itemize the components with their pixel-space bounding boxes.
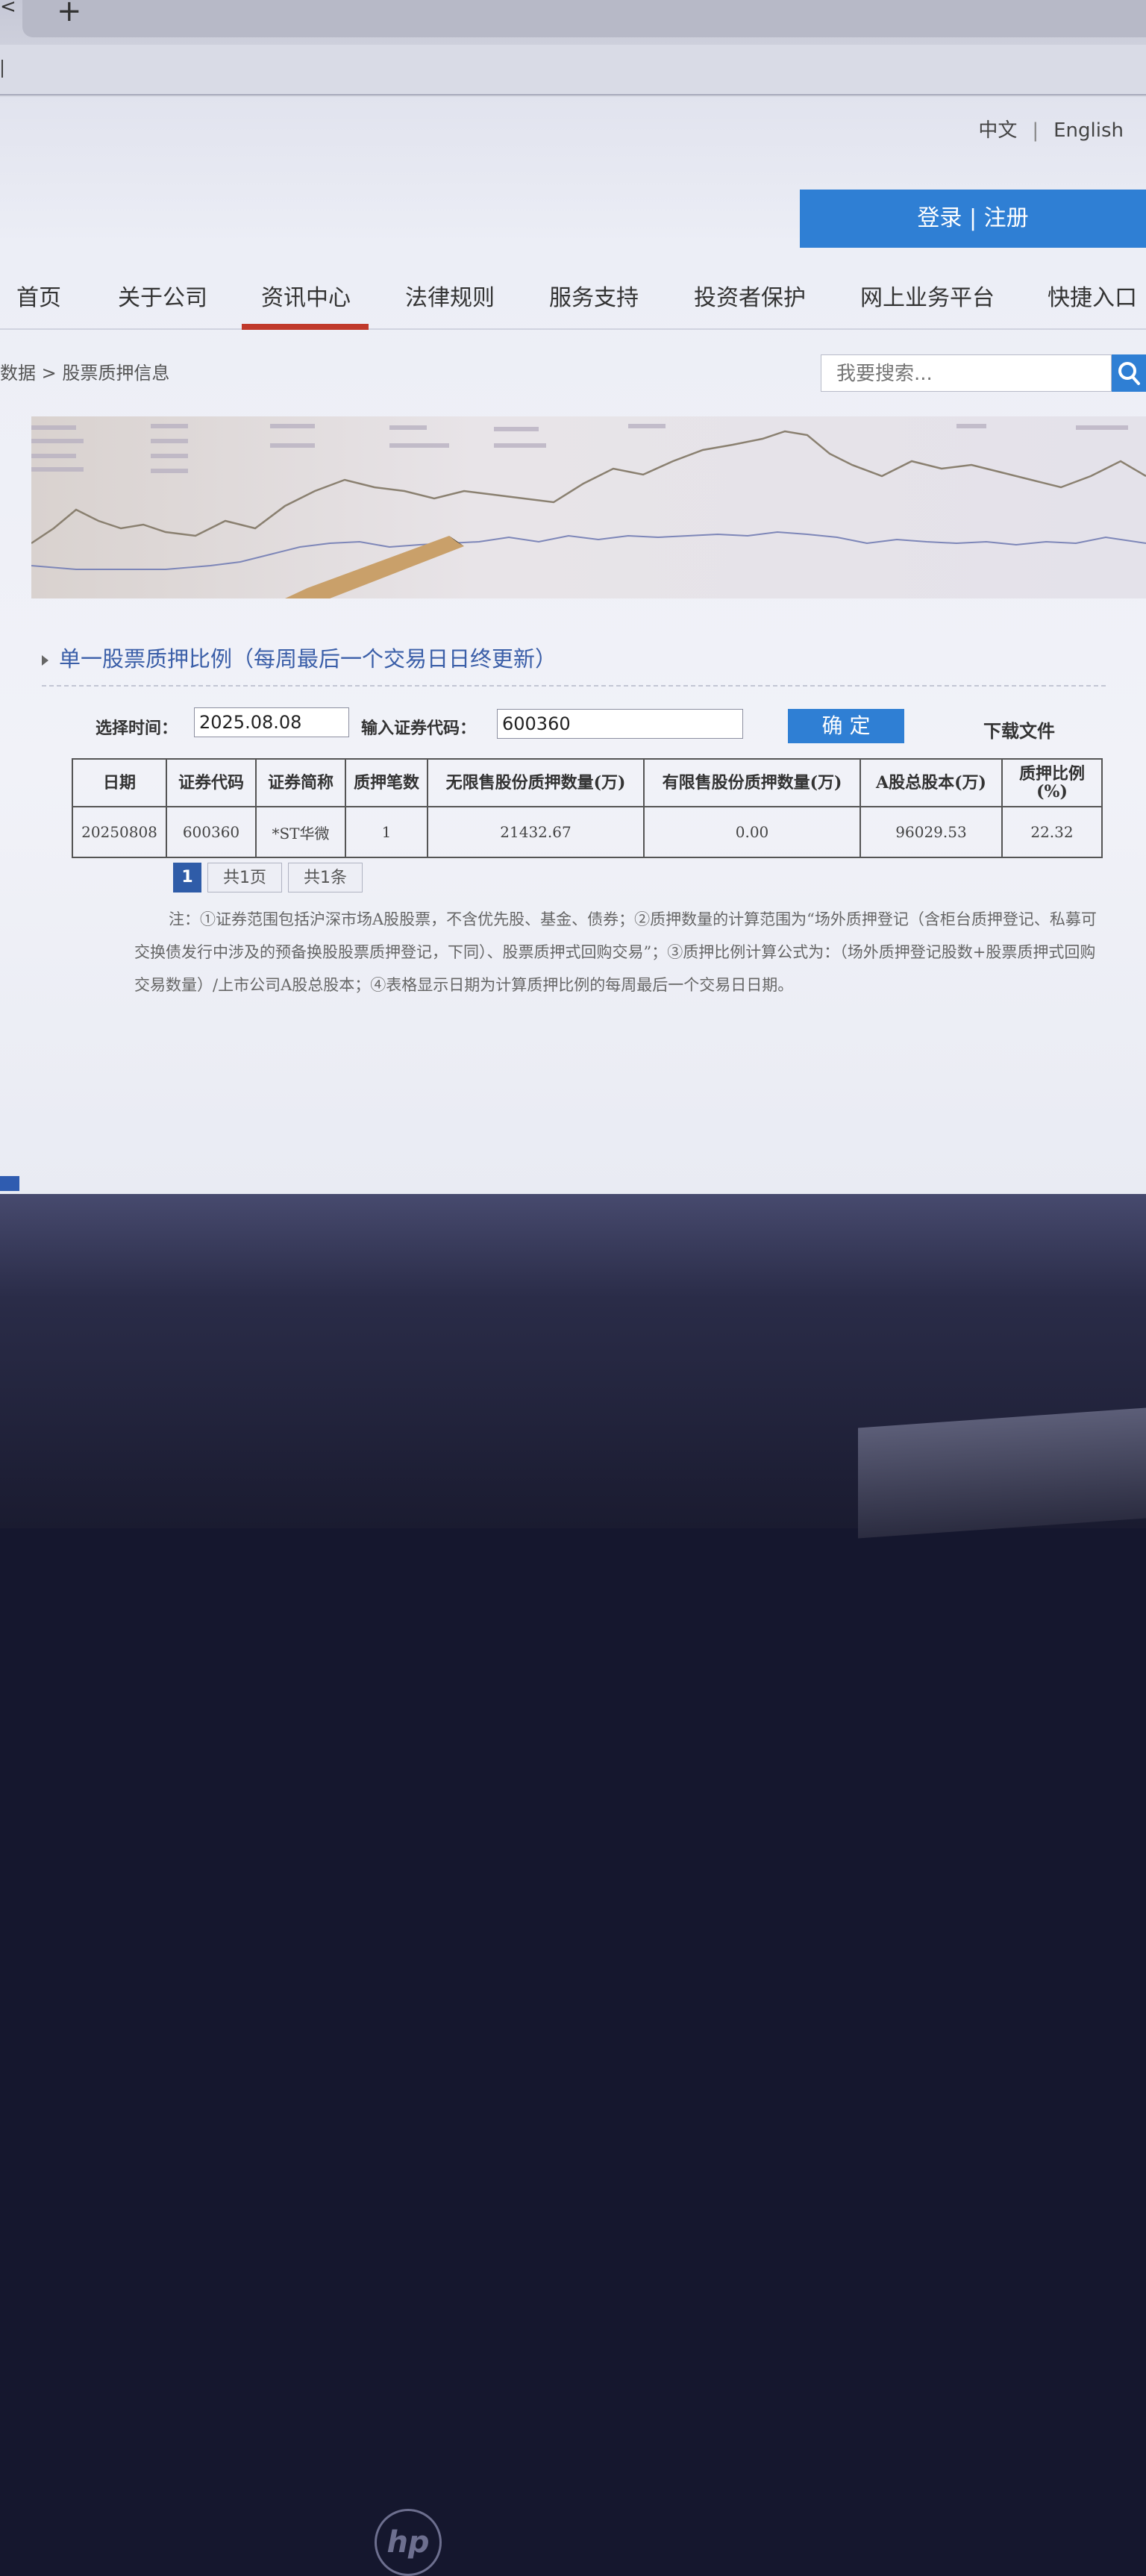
table-row: 20250808 600360 *ST华微 1 21432.67 0.00 96…: [72, 806, 1103, 858]
search-box: [821, 354, 1112, 393]
banner-image: [31, 424, 1146, 598]
nav-news-center[interactable]: 资讯中心: [261, 279, 351, 312]
nav-rules[interactable]: 法律规则: [405, 279, 495, 312]
hp-logo: hp: [375, 2509, 442, 2576]
cell-pledge-ratio: 22.32: [1001, 806, 1103, 858]
search-icon: [1118, 362, 1140, 385]
main-nav: 首页 关于公司 资讯中心 法律规则 服务支持 投资者保护 网上业务平台 快捷入口: [0, 254, 1146, 330]
nav-about[interactable]: 关于公司: [118, 279, 207, 312]
date-input[interactable]: [194, 707, 349, 737]
col-pledge-ratio: 质押比例(%): [1001, 758, 1103, 807]
section-title: 单一股票质押比例（每周最后一个交易日日终更新）: [42, 642, 557, 673]
footnote: 注：①证券范围包括沪深市场A股股票，不含优先股、基金、债券；②质押数量的计算范围…: [134, 910, 1097, 994]
col-pledge-count: 质押笔数: [345, 758, 428, 807]
time-label: 选择时间：: [96, 719, 178, 738]
stock-code-input[interactable]: [497, 709, 743, 739]
col-restricted-qty: 有限售股份质押数量(万): [643, 758, 861, 807]
page-current[interactable]: 1: [173, 863, 201, 892]
nav-home[interactable]: 首页: [16, 279, 61, 312]
login-register-button[interactable]: 登录 | 注册: [800, 190, 1146, 248]
page-bottom-marker: [0, 1176, 19, 1191]
table-header-row: 日期 证券代码 证券简称 质押笔数 无限售股份质押数量(万) 有限售股份质押数量…: [72, 758, 1103, 807]
new-tab-button[interactable]: +: [57, 0, 82, 28]
nav-investor-protection[interactable]: 投资者保护: [694, 279, 806, 312]
col-unrestricted-qty: 无限售股份质押数量(万): [427, 758, 645, 807]
lang-zh-link[interactable]: 中文: [978, 119, 1017, 142]
cell-restricted-qty: 0.00: [643, 806, 861, 858]
cell-total-shares: 96029.53: [860, 806, 1003, 858]
col-name: 证券简称: [255, 758, 346, 807]
tab-strip: +: [22, 0, 1146, 37]
nav-quick-entry[interactable]: 快捷入口: [1048, 279, 1137, 312]
language-switch: 中文 | English: [978, 115, 1124, 143]
cell-code: 600360: [166, 806, 257, 858]
cell-unrestricted-qty: 21432.67: [427, 806, 645, 858]
back-arrow-icon[interactable]: <: [0, 0, 16, 18]
address-bar[interactable]: [0, 45, 1146, 96]
record-total: 共1条: [288, 863, 363, 892]
cell-name: *ST华微: [255, 806, 346, 858]
lang-separator: |: [1032, 119, 1039, 142]
col-total-shares: A股总股本(万): [860, 758, 1003, 807]
lang-en-link[interactable]: English: [1053, 119, 1124, 142]
col-date: 日期: [72, 758, 167, 807]
code-label: 输入证券代码：: [361, 719, 477, 738]
col-code: 证券代码: [166, 758, 257, 807]
confirm-button[interactable]: 确 定: [788, 709, 904, 743]
web-page: 中文 | English 登录 | 注册 首页 关于公司 资讯中心 法律规则 服务支…: [0, 97, 1146, 1194]
search-button[interactable]: [1112, 354, 1146, 392]
download-file-link[interactable]: 下载文件: [983, 716, 1055, 743]
nav-active-indicator: [242, 324, 369, 330]
cell-pledge-count: 1: [345, 806, 428, 858]
nav-online-platform[interactable]: 网上业务平台: [860, 279, 995, 312]
nav-services[interactable]: 服务支持: [549, 279, 639, 312]
pledge-table: 日期 证券代码 证券简称 质押笔数 无限售股份质押数量(万) 有限售股份质押数量…: [72, 758, 1103, 858]
section-title-text: 单一股票质押比例（每周最后一个交易日日终更新）: [59, 646, 557, 672]
search-input[interactable]: [835, 355, 1062, 393]
text-caret: [1, 60, 3, 78]
desk-edge: [858, 1407, 1146, 1539]
browser-chrome: + <: [0, 0, 1146, 97]
section-divider: [42, 685, 1106, 687]
breadcrumb: 数据 > 股票质押信息: [0, 363, 170, 384]
stock-chart-banner: [31, 416, 1146, 598]
page-total: 共1页: [207, 863, 282, 892]
cell-date: 20250808: [72, 806, 167, 858]
chevron-right-icon: [42, 655, 48, 666]
